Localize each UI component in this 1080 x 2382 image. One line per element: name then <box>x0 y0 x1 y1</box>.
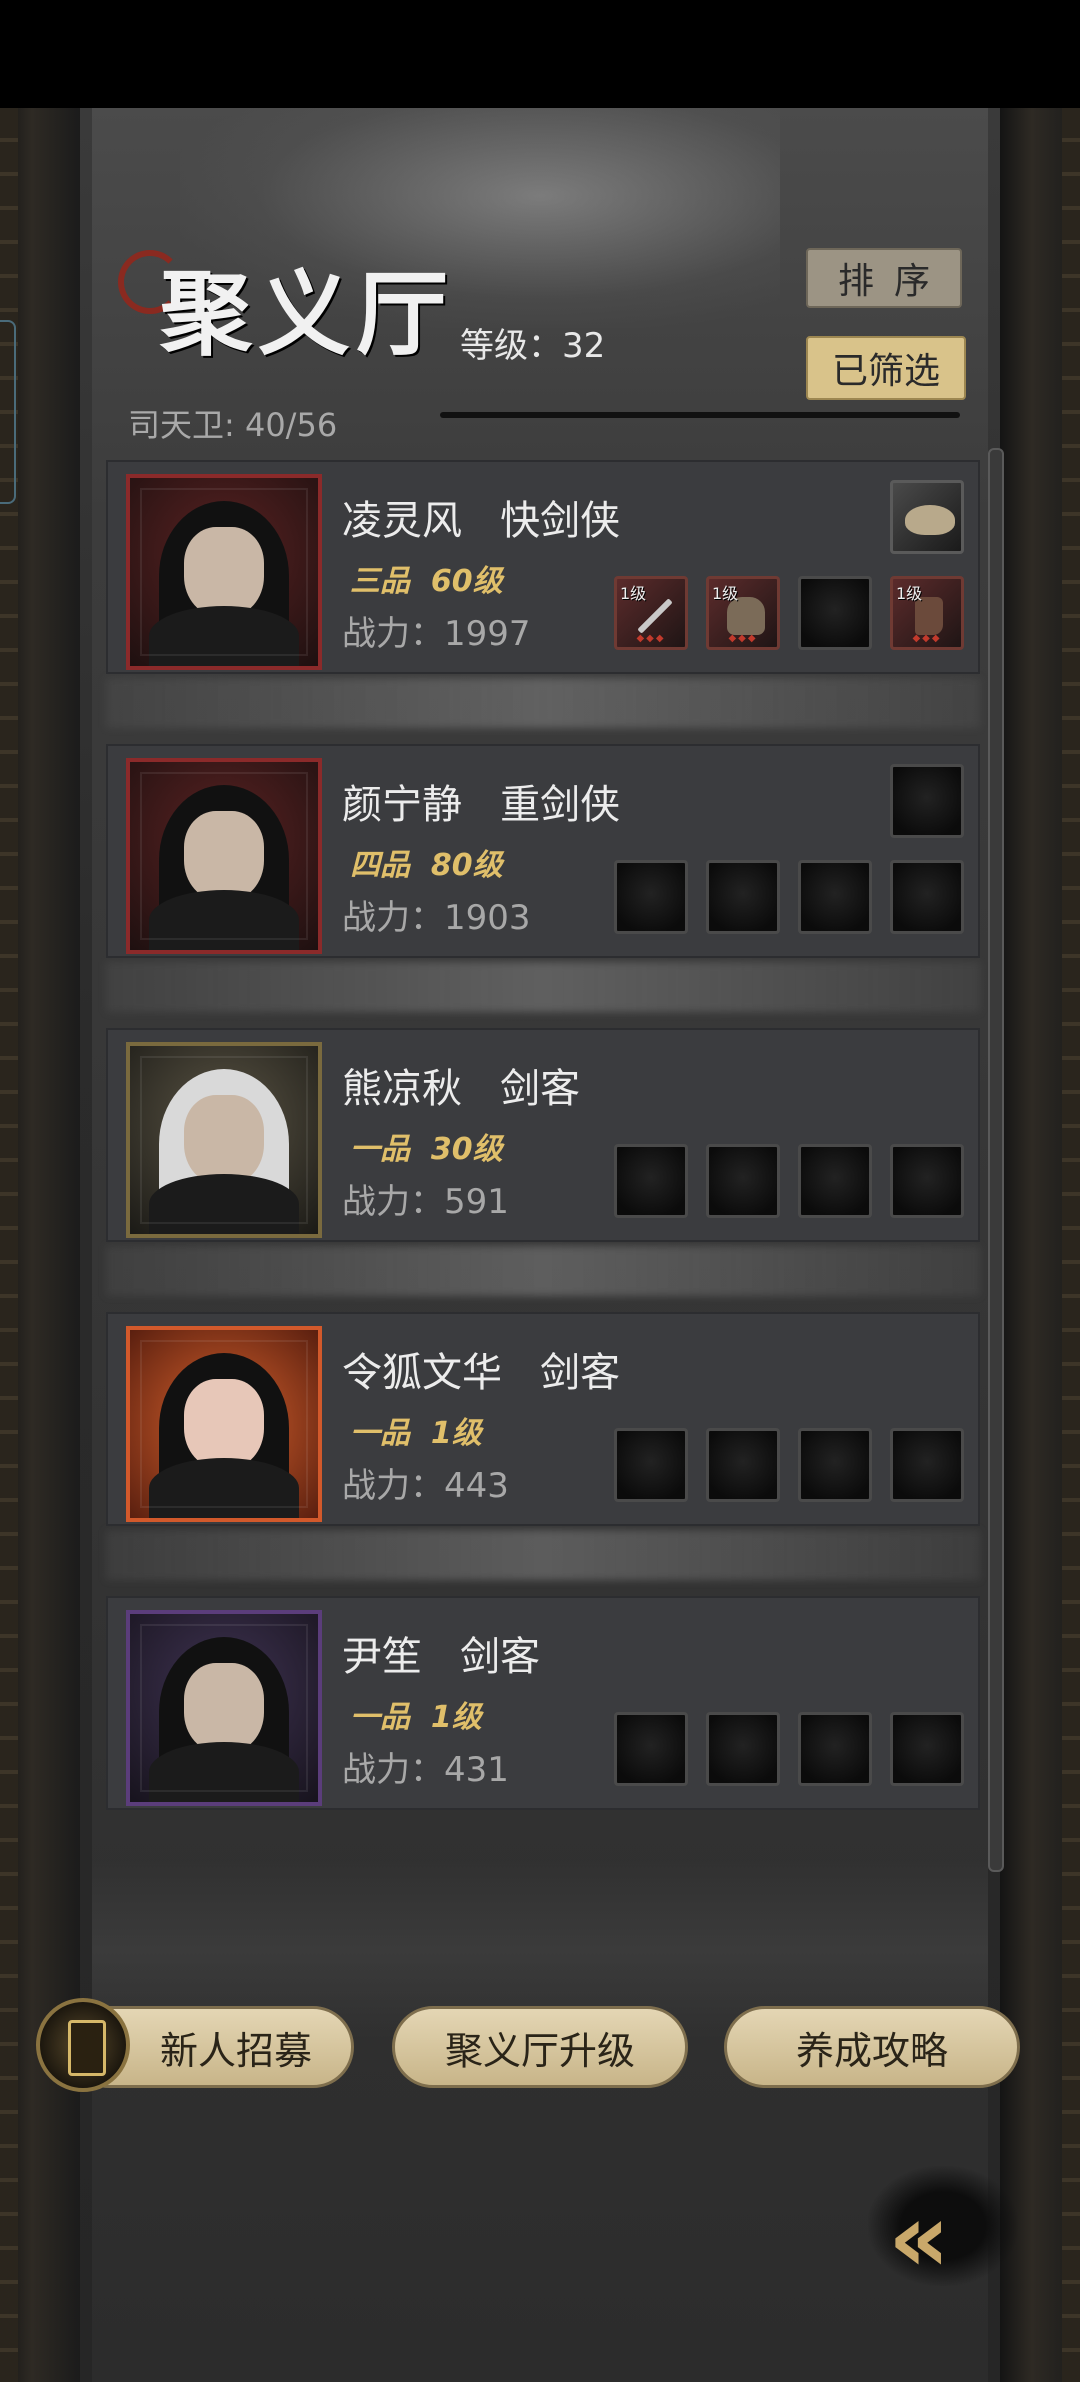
hero-power: 战力：431 <box>342 1750 509 1790</box>
hero-grade-level: 一品 1级 <box>350 1692 482 1736</box>
hero-grade-level: 四品 80级 <box>350 840 503 884</box>
guard-count: 司天卫: 40/56 <box>128 406 338 444</box>
sort-button[interactable]: 排序 <box>806 248 962 308</box>
card-divider <box>106 962 980 1012</box>
hero-name-text: 凌灵风 <box>342 498 462 544</box>
hero-power: 战力：443 <box>342 1466 509 1506</box>
hero-name-text: 尹笙 <box>342 1634 422 1680</box>
hero-card[interactable]: 颜宁静 重剑侠四品 80级战力：1903 <box>106 744 980 958</box>
hat-icon <box>905 505 955 535</box>
star-pips-icon: ◆◆◆ <box>636 633 666 644</box>
equipment-slot[interactable] <box>890 1712 964 1786</box>
hero-level: 1级 <box>430 1416 482 1451</box>
back-button[interactable]: « <box>868 2166 1018 2286</box>
equipment-slot[interactable] <box>706 1144 780 1218</box>
hero-class: 剑客 <box>500 1066 581 1112</box>
hero-power: 战力：1903 <box>342 898 531 938</box>
hero-level: 1级 <box>430 1700 482 1735</box>
equipment-slot[interactable] <box>798 1712 872 1786</box>
hero-name-text: 令狐文华 <box>342 1350 502 1396</box>
equipment-slot[interactable]: 1级 ◆◆◆ <box>706 576 780 650</box>
hero-accessory-slot[interactable] <box>890 480 964 554</box>
hero-portrait[interactable] <box>126 474 322 670</box>
hero-name: 凌灵风 快剑侠 <box>342 488 620 546</box>
hero-grade: 一品 <box>350 1416 410 1451</box>
star-pips-icon: ◆◆◆ <box>912 633 942 644</box>
equipment-slot[interactable]: 1级 ◆◆◆ <box>890 576 964 650</box>
hero-portrait[interactable] <box>126 1326 322 1522</box>
hero-grade: 三品 <box>350 564 410 599</box>
page-title: 聚义厅 <box>160 260 455 368</box>
filter-button[interactable]: 已筛选 <box>806 336 966 400</box>
hero-grade-level: 一品 30级 <box>350 1124 503 1168</box>
card-divider <box>106 1246 980 1296</box>
equipment-slot[interactable] <box>614 860 688 934</box>
equipment-slot[interactable] <box>890 1428 964 1502</box>
hero-level: 80级 <box>430 848 503 883</box>
hero-grade-level: 一品 1级 <box>350 1408 482 1452</box>
equipment-slot[interactable]: 1级 ◆◆◆ <box>614 576 688 650</box>
hero-name: 尹笙 剑客 <box>342 1624 540 1682</box>
equipment-slot[interactable] <box>706 860 780 934</box>
hero-class: 重剑侠 <box>500 782 621 828</box>
list-scrollbar[interactable] <box>988 448 1004 1872</box>
recruit-card-icon[interactable] <box>36 1998 130 2092</box>
hero-portrait[interactable] <box>126 758 322 954</box>
guide-button[interactable]: 养成攻略 <box>724 2006 1020 2088</box>
hero-name: 令狐文华 剑客 <box>342 1340 620 1398</box>
equipment-slot[interactable] <box>614 1144 688 1218</box>
hero-grade-level: 三品 60级 <box>350 556 503 600</box>
hero-name: 颜宁静 重剑侠 <box>342 772 620 830</box>
ink-divider <box>440 412 960 418</box>
hero-level: 60级 <box>430 564 503 599</box>
equipment-slot[interactable] <box>614 1428 688 1502</box>
hero-grade: 一品 <box>350 1700 410 1735</box>
hero-accessory-slot[interactable] <box>890 764 964 838</box>
equipment-slot[interactable] <box>798 1428 872 1502</box>
equipment-slot[interactable] <box>798 576 872 650</box>
equipment-level: 1级 <box>896 584 923 603</box>
hero-grade: 四品 <box>350 848 410 883</box>
hero-card[interactable]: 尹笙 剑客一品 1级战力：431 <box>106 1596 980 1810</box>
hero-name-text: 熊凉秋 <box>342 1066 462 1112</box>
hero-level: 30级 <box>430 1132 503 1167</box>
hall-level: 等级：32 <box>460 326 606 366</box>
equipment-slot[interactable] <box>706 1712 780 1786</box>
hall-upgrade-button[interactable]: 聚义厅升级 <box>392 2006 688 2088</box>
hero-card[interactable]: 令狐文华 剑客一品 1级战力：443 <box>106 1312 980 1526</box>
star-pips-icon: ◆◆◆ <box>728 633 758 644</box>
equipment-level: 1级 <box>620 584 647 603</box>
equipment-slot[interactable] <box>798 860 872 934</box>
hero-class: 快剑侠 <box>500 498 621 544</box>
equipment-slot[interactable] <box>798 1144 872 1218</box>
side-drawer-tab[interactable] <box>0 320 16 504</box>
hero-power: 战力：1997 <box>342 614 531 654</box>
equipment-slot[interactable] <box>890 1144 964 1218</box>
hero-grade: 一品 <box>350 1132 410 1167</box>
hero-class: 剑客 <box>540 1350 621 1396</box>
card-divider <box>106 1530 980 1580</box>
hero-card[interactable]: 凌灵风 快剑侠三品 60级战力：1997 1级 ◆◆◆ 1级 ◆◆◆ 1级 ◆◆◆ <box>106 460 980 674</box>
hero-power: 战力：591 <box>342 1182 509 1222</box>
status-bar <box>0 0 1080 108</box>
equipment-level: 1级 <box>712 584 739 603</box>
equipment-slot[interactable] <box>614 1712 688 1786</box>
card-divider <box>106 678 980 728</box>
hero-portrait[interactable] <box>126 1042 322 1238</box>
hero-portrait[interactable] <box>126 1610 322 1806</box>
hero-name-text: 颜宁静 <box>342 782 462 828</box>
hero-card[interactable]: 熊凉秋 剑客一品 30级战力：591 <box>106 1028 980 1242</box>
equipment-slot[interactable] <box>706 1428 780 1502</box>
equipment-slot[interactable] <box>890 860 964 934</box>
hero-class: 剑客 <box>460 1634 541 1680</box>
double-chevron-left-icon: « <box>888 2182 951 2294</box>
right-pillar-edge <box>1062 108 1080 2382</box>
hero-name: 熊凉秋 剑客 <box>342 1056 580 1114</box>
